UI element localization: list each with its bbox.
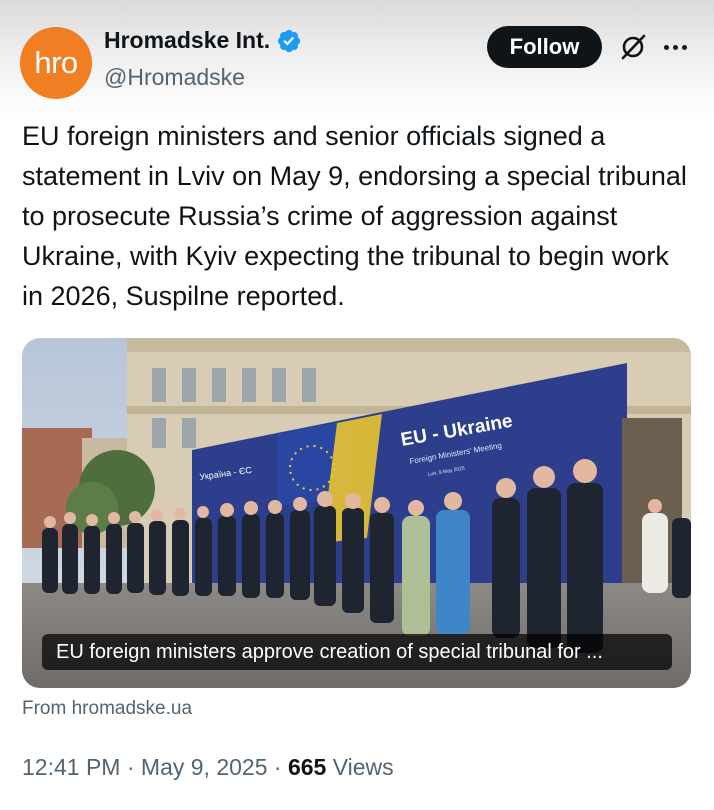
tweet-date[interactable]: May 9, 2025 [141,754,268,780]
dot [664,44,669,50]
author-name-row: Hromadske Int. [104,27,302,54]
dot [673,44,678,50]
author-handle[interactable]: @Hromadske [104,64,245,91]
tweet-metadata: 12:41 PM · May 9, 2025 · 665 Views [22,754,394,781]
avatar[interactable]: hro [20,27,92,99]
link-source[interactable]: From hromadske.ua [22,698,192,720]
separator: · [273,754,282,780]
media-card[interactable]: EU - Ukraine Foreign Ministers' Meeting … [22,338,691,688]
tweet-text: EU foreign ministers and senior official… [22,121,687,311]
grok-icon[interactable] [618,32,648,62]
tweet-time[interactable]: 12:41 PM [22,754,120,780]
media-caption: EU foreign ministers approve creation of… [42,634,672,670]
follow-button[interactable]: Follow [487,26,602,68]
views-label: Views [332,754,394,780]
views-count: 665 [287,754,327,780]
verified-badge-icon [276,28,302,54]
dot [682,44,687,50]
header-background [0,0,714,118]
more-icon[interactable] [664,35,690,59]
separator: · [126,754,135,780]
avatar-text: hro [34,45,78,80]
display-name[interactable]: Hromadske Int. [104,27,270,54]
